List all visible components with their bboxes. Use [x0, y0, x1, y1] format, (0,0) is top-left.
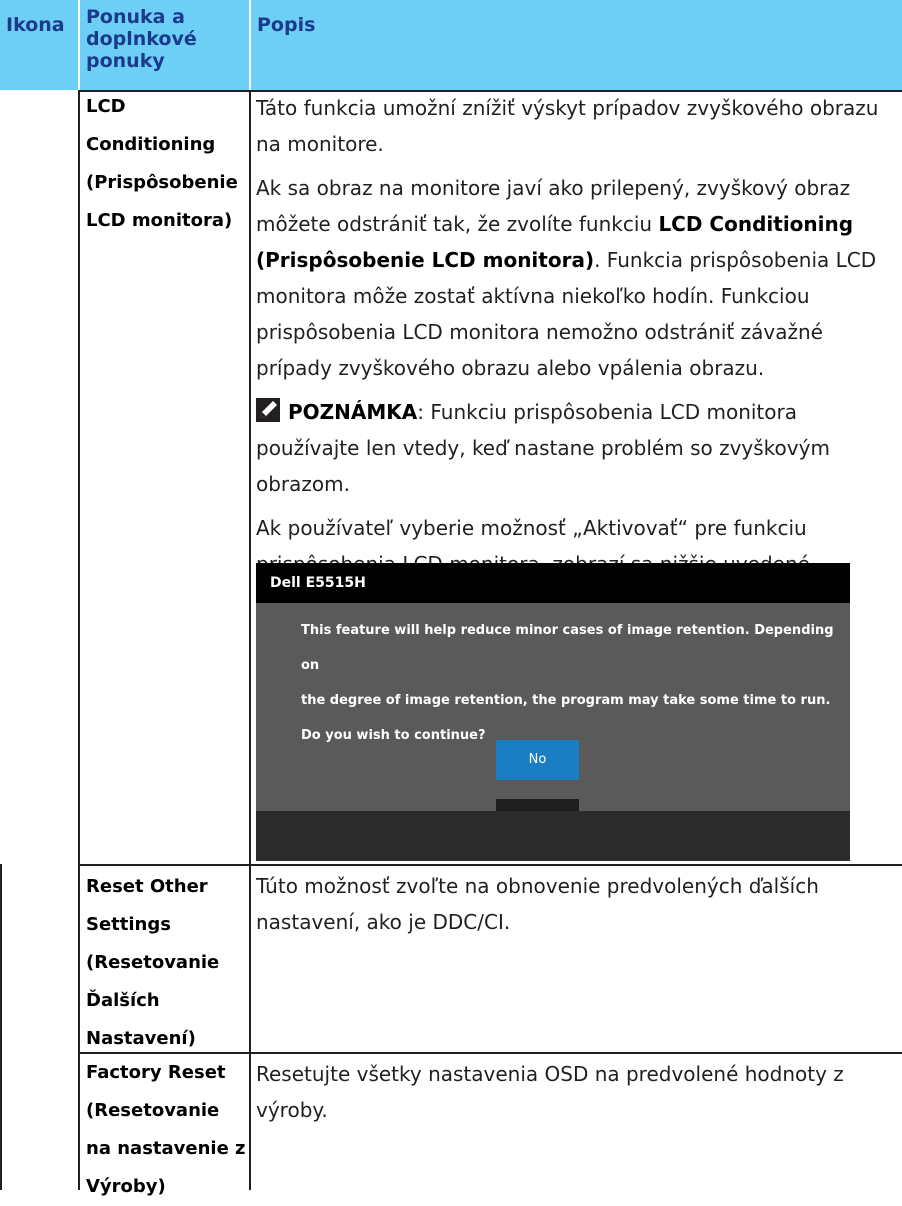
desc-paragraph-2: Ak sa obraz na monitore javí ako prilepe…: [256, 170, 896, 386]
header-menu-line3: ponuky: [86, 50, 165, 72]
dialog-line: the degree of image retention, the progr…: [301, 693, 831, 708]
menu-line: (Resetovanie: [86, 952, 220, 973]
menu-reset-other-settings: Reset Other Settings (Resetovanie Ďalšíc…: [86, 868, 250, 1058]
note-pencil-icon: [256, 398, 280, 422]
col-divider-1: [78, 90, 80, 1190]
menu-line: LCD monitora): [86, 210, 233, 231]
menu-lcd-conditioning: LCD Conditioning (Prispôsobenie LCD moni…: [86, 88, 250, 240]
menu-line: (Resetovanie: [86, 1100, 220, 1121]
menu-line: Conditioning: [86, 134, 216, 155]
note-paragraph: POZNÁMKA: Funkciu prispôsobenia LCD moni…: [256, 394, 896, 502]
row-divider-1: [78, 864, 902, 866]
dialog-line: This feature will help reduce minor case…: [301, 623, 834, 673]
header-menu-line1: Ponuka a: [86, 6, 185, 28]
menu-line: Výroby): [86, 1176, 166, 1197]
header-desc-label: Popis: [257, 14, 316, 36]
header-menu-line2: doplnkové: [86, 28, 197, 50]
no-button[interactable]: No: [496, 740, 579, 780]
header-col-menu: Ponuka a doplnkové ponuky: [80, 0, 249, 90]
menu-line: Factory Reset: [86, 1062, 226, 1083]
desc-paragraph-1: Táto funkcia umožní znížiť výskyt prípad…: [256, 96, 879, 156]
menu-line: (Prispôsobenie: [86, 172, 238, 193]
dialog-title: Dell E5515H: [256, 563, 850, 603]
menu-line: LCD: [86, 96, 126, 117]
dialog-message: This feature will help reduce minor case…: [256, 603, 850, 753]
header-icon-label: Ikona: [6, 14, 65, 36]
menu-line: Ďalších: [86, 990, 160, 1011]
menu-line: Reset Other: [86, 876, 208, 897]
header-col-desc: Popis: [251, 0, 902, 90]
menu-line: Settings: [86, 914, 171, 935]
dialog-footer-bar: [256, 811, 850, 861]
table-left-border: [0, 864, 2, 1190]
menu-line: Nastavení): [86, 1028, 196, 1049]
desc-reset-other-settings: Túto možnosť zvoľte na obnovenie predvol…: [256, 868, 896, 948]
header-col-icon: Ikona: [0, 0, 78, 90]
warning-dialog: Dell E5515H This feature will help reduc…: [256, 563, 850, 861]
desc-paragraph: Resetujte všetky nastavenia OSD na predv…: [256, 1062, 844, 1122]
menu-factory-reset: Factory Reset (Resetovanie na nastavenie…: [86, 1054, 250, 1206]
desc-lcd-conditioning: Táto funkcia umožní znížiť výskyt prípad…: [256, 90, 896, 626]
desc-factory-reset: Resetujte všetky nastavenia OSD na predv…: [256, 1056, 896, 1136]
desc-paragraph: Túto možnosť zvoľte na obnovenie predvol…: [256, 874, 819, 934]
note-label: POZNÁMKA: [288, 400, 418, 424]
menu-line: na nastavenie z: [86, 1138, 246, 1159]
